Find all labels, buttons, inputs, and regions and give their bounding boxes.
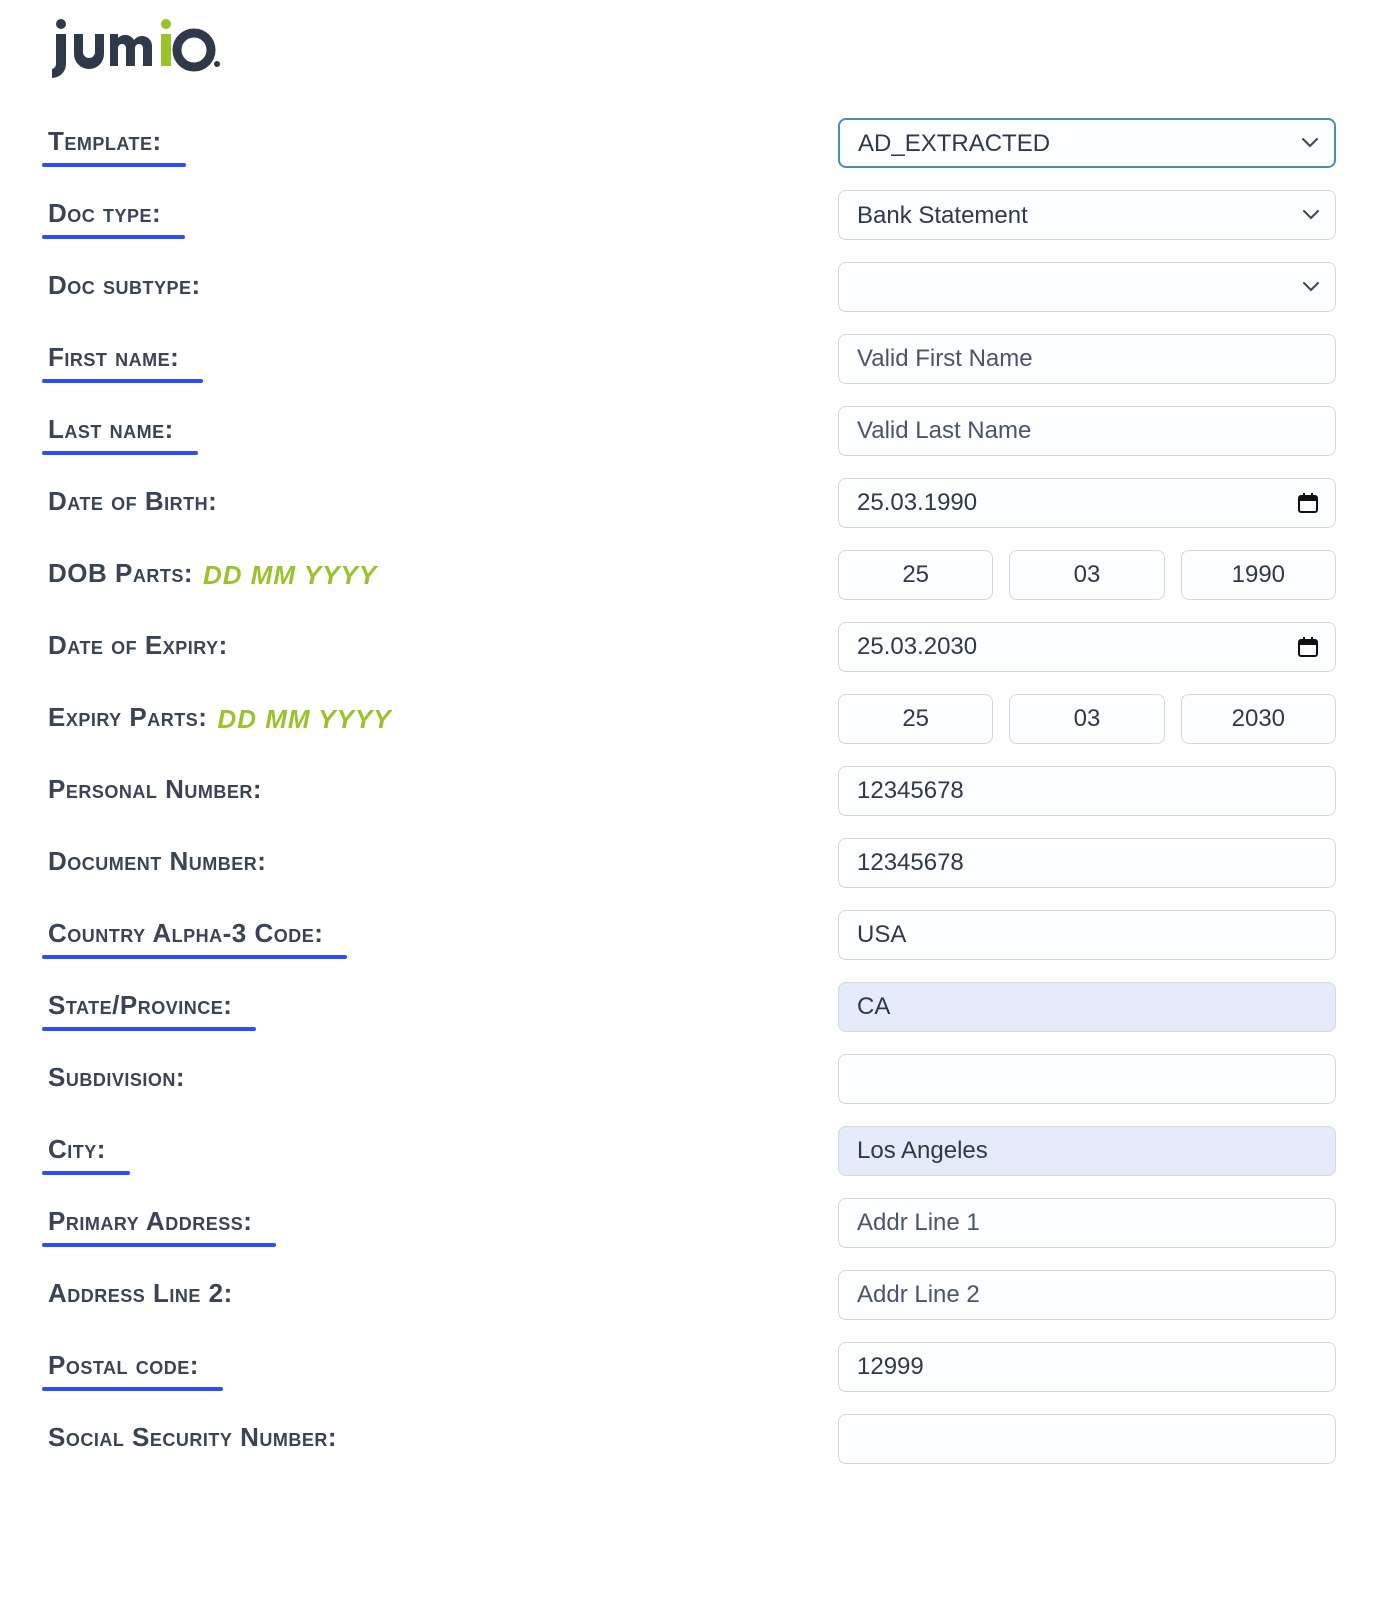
last-name-input[interactable] [838, 406, 1336, 456]
primary-address-input[interactable] [838, 1198, 1336, 1248]
address-line-2-input[interactable] [838, 1270, 1336, 1320]
expiry-yyyy-input[interactable] [1181, 694, 1336, 744]
label-ssn: Social Security Number: [48, 1422, 337, 1457]
expiry-dd-input[interactable] [838, 694, 993, 744]
first-name-input[interactable] [838, 334, 1336, 384]
label-personal-number: Personal Number: [48, 774, 262, 809]
document-number-input[interactable] [838, 838, 1336, 888]
label-expiry: Date of Expiry: [48, 630, 228, 665]
dob-input[interactable] [838, 478, 1336, 528]
label-dob: Date of Birth: [48, 486, 217, 521]
city-input[interactable] [838, 1126, 1336, 1176]
expiry-input[interactable] [838, 622, 1336, 672]
personal-number-input[interactable] [838, 766, 1336, 816]
logo [48, 18, 1336, 82]
country-alpha3-input[interactable] [838, 910, 1336, 960]
doc-type-select[interactable]: Bank Statement [838, 190, 1336, 240]
label-dob-parts: DOB Parts: [48, 558, 193, 593]
label-doc-type: Doc type: [48, 198, 161, 233]
label-postal-code: Postal code: [48, 1350, 199, 1385]
template-select[interactable]: AD_EXTRACTED [838, 118, 1336, 168]
label-state-province: State/Province: [48, 990, 232, 1025]
hint-expiry-parts: DD MM YYYY [217, 704, 391, 735]
hint-dob-parts: DD MM YYYY [203, 560, 377, 591]
label-template: Template: [48, 126, 162, 161]
label-city: City: [48, 1134, 106, 1169]
label-first-name: First name: [48, 342, 179, 377]
postal-code-input[interactable] [838, 1342, 1336, 1392]
expiry-mm-input[interactable] [1009, 694, 1164, 744]
label-subdivision: Subdivision: [48, 1062, 185, 1097]
doc-subtype-select[interactable] [838, 262, 1336, 312]
ssn-input[interactable] [838, 1414, 1336, 1464]
dob-dd-input[interactable] [838, 550, 993, 600]
label-last-name: Last name: [48, 414, 174, 449]
subdivision-input[interactable] [838, 1054, 1336, 1104]
jumio-logo-icon [48, 18, 224, 82]
label-primary-address: Primary Address: [48, 1206, 252, 1241]
state-province-input[interactable] [838, 982, 1336, 1032]
label-expiry-parts: Expiry Parts: [48, 702, 207, 737]
label-address-line-2: Address Line 2: [48, 1278, 233, 1313]
label-doc-subtype: Doc subtype: [48, 270, 201, 305]
dob-yyyy-input[interactable] [1181, 550, 1336, 600]
dob-mm-input[interactable] [1009, 550, 1164, 600]
label-document-number: Document Number: [48, 846, 266, 881]
label-country-alpha3: Country Alpha-3 Code: [48, 918, 323, 953]
